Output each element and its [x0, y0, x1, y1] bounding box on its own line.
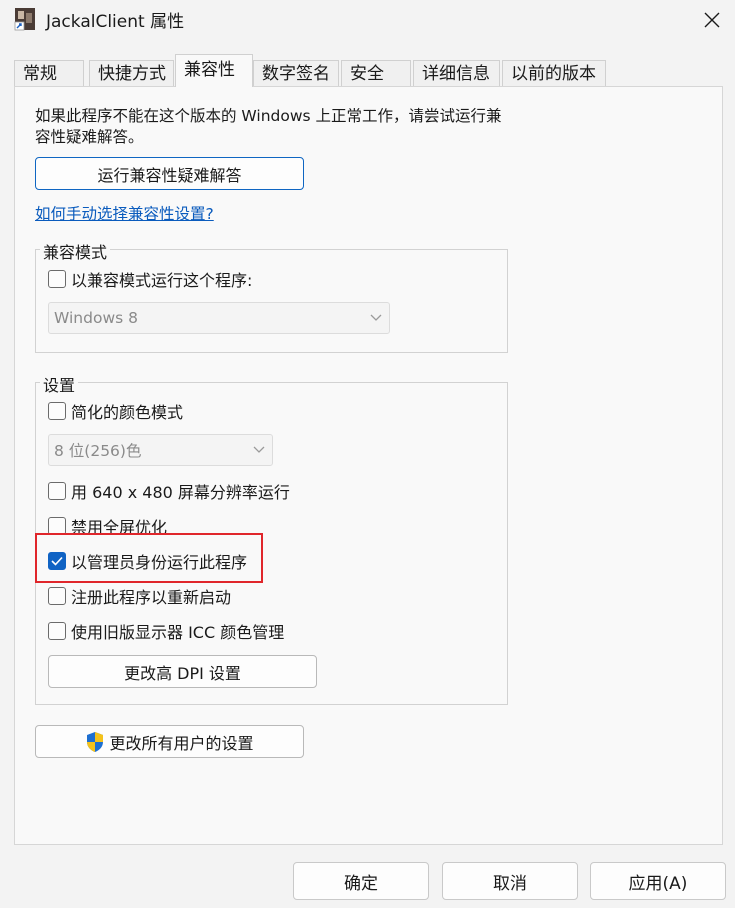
- reduced-color-checkbox[interactable]: [48, 402, 66, 420]
- window-title: JackalClient 属性: [46, 12, 185, 32]
- all-users-button-label: 更改所有用户的设置: [109, 733, 254, 753]
- compat-mode-select[interactable]: Windows 8: [48, 302, 390, 334]
- settings-group-title: 设置: [40, 372, 79, 396]
- close-button[interactable]: [689, 0, 735, 40]
- compat-mode-checkbox-row[interactable]: 以兼容模式运行这个程序:: [48, 267, 252, 291]
- troubleshoot-button[interactable]: 运行兼容性疑难解答: [35, 157, 304, 190]
- highlight-box: [35, 533, 263, 583]
- apply-button[interactable]: 应用(A): [590, 862, 726, 900]
- chevron-down-icon: [253, 446, 265, 453]
- color-mode-select-value: 8 位(256)色: [54, 442, 142, 460]
- uac-shield-icon: [87, 731, 104, 752]
- manual-settings-link[interactable]: 如何手动选择兼容性设置?: [35, 202, 214, 224]
- res-640-row[interactable]: 用 640 x 480 屏幕分辨率运行: [48, 479, 290, 503]
- compat-description: 如果此程序不能在这个版本的 Windows 上正常工作，请尝试运行兼容性疑难解答…: [35, 107, 502, 146]
- chevron-down-icon: [370, 314, 382, 321]
- close-icon: [704, 12, 720, 28]
- compat-mode-checkbox[interactable]: [48, 270, 66, 288]
- legacy-icc-checkbox[interactable]: [48, 622, 66, 640]
- compat-mode-select-value: Windows 8: [54, 309, 138, 327]
- reduced-color-row[interactable]: 简化的颜色模式: [48, 399, 183, 423]
- res-640-label: 用 640 x 480 屏幕分辨率运行: [71, 483, 290, 502]
- all-users-button[interactable]: 更改所有用户的设置: [35, 725, 304, 758]
- compat-mode-group-title: 兼容模式: [40, 239, 111, 263]
- register-restart-checkbox[interactable]: [48, 587, 66, 605]
- res-640-checkbox[interactable]: [48, 482, 66, 500]
- legacy-icc-row[interactable]: 使用旧版显示器 ICC 颜色管理: [48, 619, 284, 643]
- color-mode-select[interactable]: 8 位(256)色: [48, 434, 273, 466]
- title-bar: JackalClient 属性: [0, 0, 735, 40]
- tab-shortcut[interactable]: 快捷方式: [89, 60, 174, 86]
- tab-general[interactable]: 常规: [14, 60, 84, 86]
- tab-previous-versions[interactable]: 以前的版本: [502, 60, 606, 86]
- compat-mode-group: [35, 249, 508, 353]
- legacy-icc-label: 使用旧版显示器 ICC 颜色管理: [71, 623, 285, 642]
- reduced-color-label: 简化的颜色模式: [71, 403, 184, 422]
- ok-button[interactable]: 确定: [293, 862, 429, 900]
- tab-security[interactable]: 安全: [341, 60, 411, 86]
- tab-digital-signature[interactable]: 数字签名: [253, 60, 339, 86]
- high-dpi-button[interactable]: 更改高 DPI 设置: [48, 655, 317, 688]
- compat-mode-label: 以兼容模式运行这个程序:: [71, 271, 253, 290]
- app-icon: [14, 8, 35, 31]
- register-restart-row[interactable]: 注册此程序以重新启动: [48, 584, 231, 608]
- tab-details[interactable]: 详细信息: [413, 60, 500, 86]
- tab-compatibility[interactable]: 兼容性: [175, 54, 253, 87]
- register-restart-label: 注册此程序以重新启动: [71, 588, 232, 607]
- cancel-button[interactable]: 取消: [442, 862, 578, 900]
